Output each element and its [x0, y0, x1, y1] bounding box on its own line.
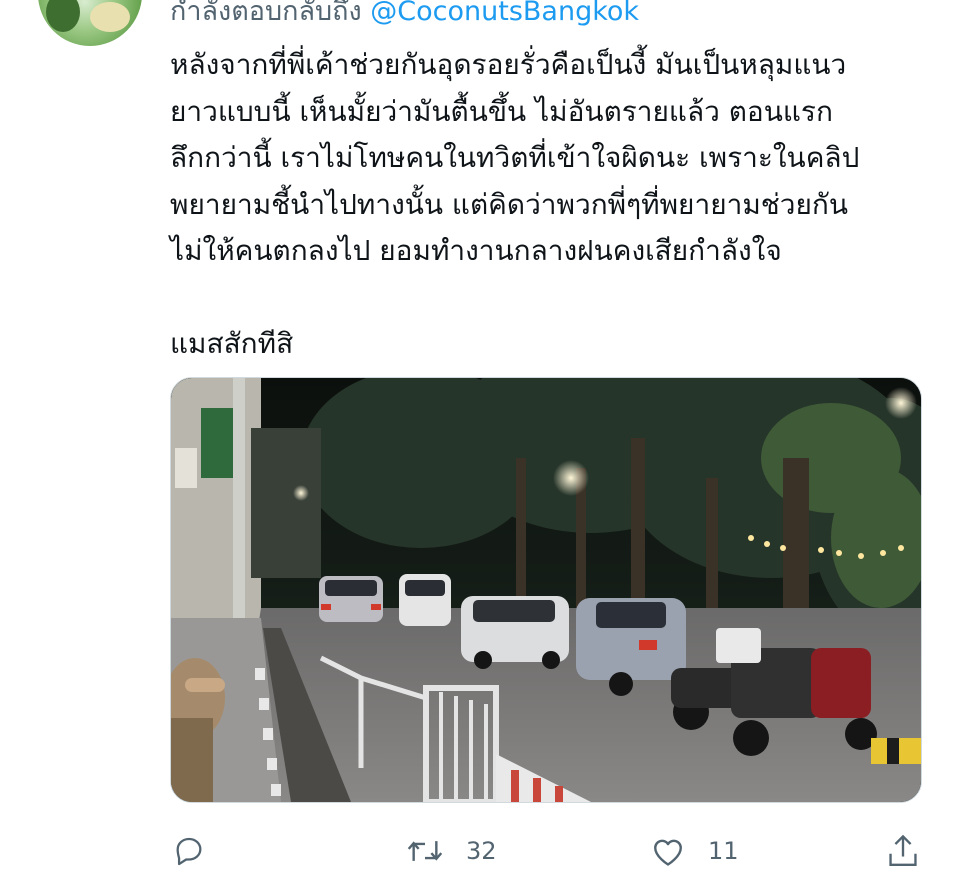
- reply-icon: [176, 837, 202, 866]
- tweet-text-line: ไม่ให้คนตกลงไป ยอมทำงานกลางฝนคงเสียกำลัง…: [170, 234, 782, 267]
- tweet-text-line: ลึกกว่านี้ เราไม่โทษคนในทวิตที่เข้าใจผิด…: [170, 141, 860, 174]
- reply-button[interactable]: [172, 828, 206, 874]
- share-icon: [889, 834, 917, 867]
- like-count: 11: [708, 837, 739, 865]
- reply-handle-link[interactable]: @CoconutsBangkok: [370, 0, 639, 27]
- replying-to: กำลังตอบกลับถึง @CoconutsBangkok: [170, 0, 639, 32]
- share-button[interactable]: [886, 828, 920, 874]
- tweet-action-bar: 32 11: [0, 828, 960, 874]
- tweet-text-line: หลังจากที่พี่เค้าช่วยกันอุดรอยรั่วคือเป็…: [170, 48, 847, 81]
- avatar-shape: [90, 2, 130, 32]
- reply-prefix: กำลังตอบกลับถึง: [170, 0, 362, 27]
- tweet-text-line: แมสสักทีสิ: [170, 327, 294, 360]
- tweet-photo[interactable]: [170, 377, 922, 803]
- tweet-text-line: ยาวแบบนี้ เห็นมั้ยว่ามันตื้นขึ้น ไม่อันต…: [170, 94, 833, 128]
- retweet-icon: [407, 841, 443, 861]
- user-avatar[interactable]: [38, 0, 142, 46]
- avatar-shape: [46, 0, 80, 32]
- heart-icon: [654, 839, 682, 866]
- tweet-text-line: พยายามชี้นำไปทางนั้น แต่คิดว่าพวกพี่ๆที่…: [170, 187, 849, 221]
- tweet-text: หลังจากที่พี่เค้าช่วยกันอุดรอยรั่วคือเป็…: [170, 42, 940, 368]
- street-photo-illustration: [171, 378, 921, 802]
- retweet-count: 32: [466, 837, 497, 865]
- retweet-button[interactable]: 32: [406, 828, 497, 874]
- like-button[interactable]: 11: [650, 828, 739, 874]
